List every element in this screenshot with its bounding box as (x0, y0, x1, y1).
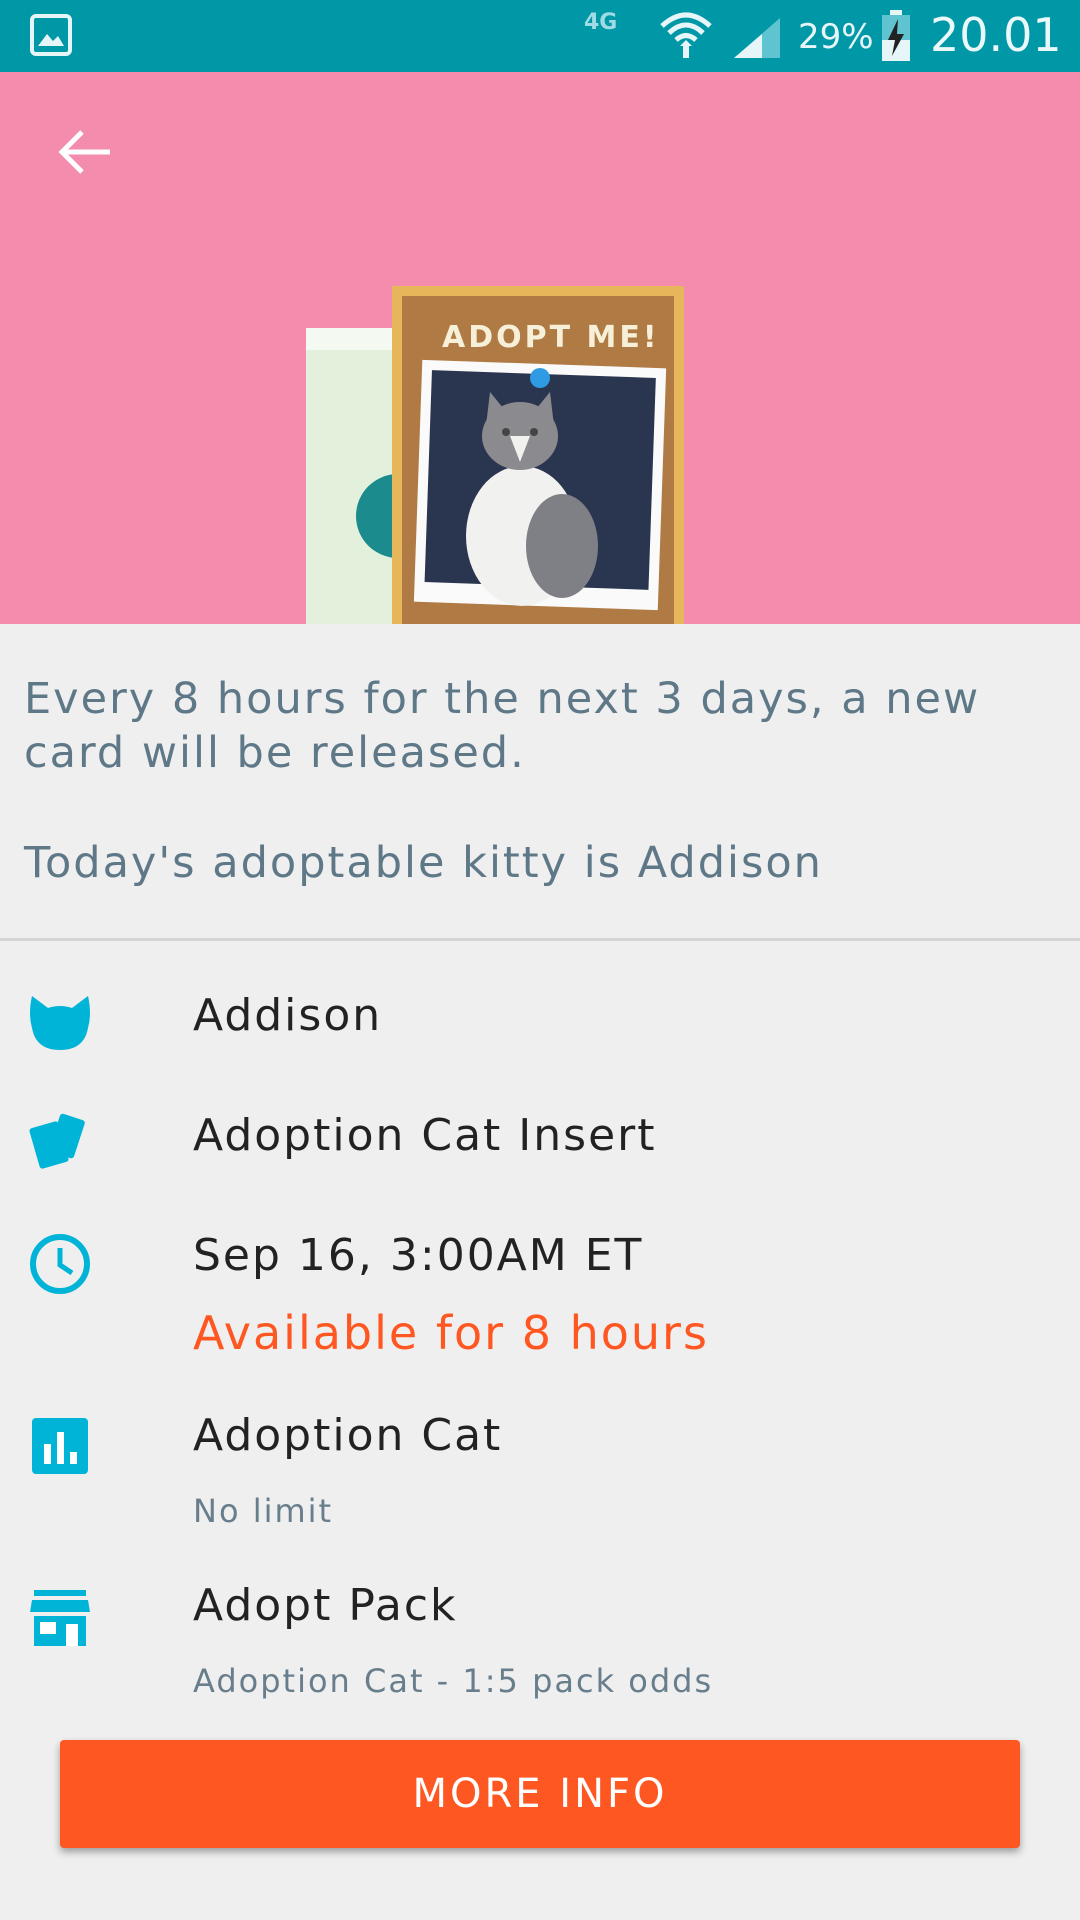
availability-text: Available for 8 hours (193, 1306, 709, 1360)
more-info-button[interactable]: MORE INFO (60, 1740, 1020, 1848)
gallery-icon (30, 14, 72, 56)
card-set-name: Adoption Cat Insert (193, 1110, 657, 1161)
bar-chart-icon (32, 1418, 88, 1474)
limit-text: No limit (193, 1492, 334, 1530)
cards-icon (29, 1113, 85, 1169)
battery-charging-icon (882, 10, 910, 61)
todays-kitty-text: Today's adoptable kitty is Addison (24, 838, 823, 888)
status-bar: 4G 29% 20.01 (0, 0, 1080, 72)
network-type: 4G (584, 10, 618, 35)
limit-card-name: Adoption Cat (193, 1410, 503, 1461)
store-icon (30, 1590, 90, 1646)
cat-icon (30, 996, 90, 1050)
release-description: Every 8 hours for the next 3 days, a new… (24, 674, 981, 778)
divider (0, 938, 1080, 941)
hero-banner: ADOPT ME! (0, 72, 1080, 624)
wifi-icon (660, 12, 712, 58)
cat-name: Addison (193, 990, 383, 1041)
signal-icon (734, 18, 780, 58)
battery-percent: 29% (798, 17, 874, 57)
card-heading: ADOPT ME! (442, 320, 660, 355)
back-arrow-icon[interactable] (48, 116, 120, 188)
pack-name: Adopt Pack (193, 1580, 458, 1631)
clock-icon (30, 1234, 90, 1294)
release-date: Sep 16, 3:00AM ET (193, 1230, 644, 1281)
clock: 20.01 (930, 8, 1062, 62)
pack-odds: Adoption Cat - 1:5 pack odds (193, 1662, 714, 1700)
